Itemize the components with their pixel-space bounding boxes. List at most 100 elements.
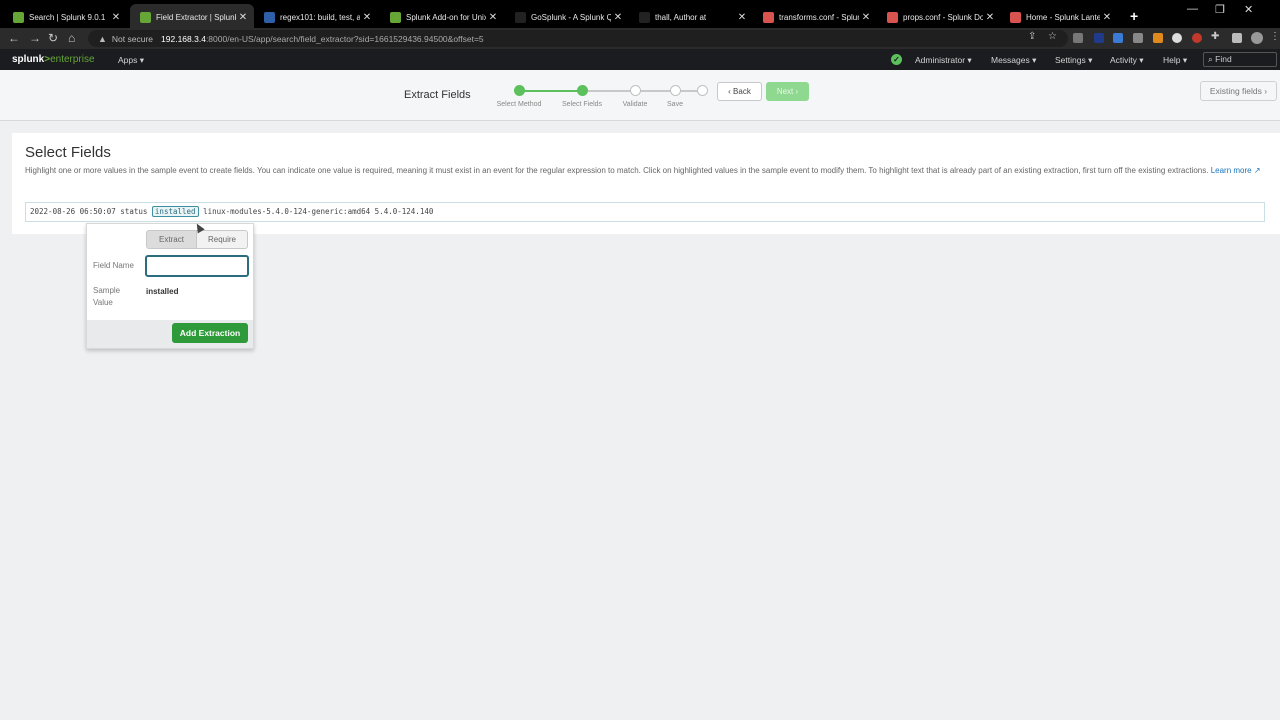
event-text-after: linux-modules-5.4.0-124-generic:amd64 5.… — [198, 207, 434, 216]
extract-toggle[interactable]: Extract — [146, 230, 197, 249]
require-toggle[interactable]: Require — [197, 230, 248, 249]
close-window-icon[interactable]: ✕ — [1244, 3, 1253, 16]
existing-fields-button[interactable]: Existing fields › — [1200, 81, 1277, 101]
add-extraction-button[interactable]: Add Extraction — [172, 323, 248, 343]
stepper-connector — [635, 90, 675, 92]
maximize-icon[interactable]: ❐ — [1215, 3, 1225, 16]
extraction-popover: Extract Require Field Name Sample Value … — [86, 223, 254, 349]
help-menu[interactable]: Help ▾ — [1163, 55, 1187, 66]
browser-tab[interactable]: Search | Splunk 9.0.1 ✕ — [3, 4, 127, 30]
browser-tab[interactable]: Splunk Add-on for Unix a ✕ — [380, 4, 504, 30]
extension-icon[interactable] — [1113, 33, 1123, 43]
sample-value: installed — [146, 287, 179, 296]
home-icon[interactable]: ⌂ — [68, 31, 75, 45]
logo-prefix: splunk — [12, 54, 45, 65]
step-label: Select Method — [496, 101, 542, 108]
tab-title: props.conf - Splunk Doc — [903, 12, 983, 22]
warning-icon: ▲ — [98, 33, 107, 44]
extension-icon[interactable] — [1192, 33, 1202, 43]
next-button[interactable]: Next › — [766, 82, 809, 101]
extension-icon[interactable] — [1172, 33, 1182, 43]
browser-tab[interactable]: Field Extractor | Splunk 9.0✕ — [130, 4, 254, 30]
health-status-icon[interactable]: ✓ — [891, 54, 902, 65]
step-label: Save — [667, 101, 683, 108]
page-title: Select Fields — [25, 144, 111, 161]
share-icon[interactable]: ⇪ — [1028, 31, 1036, 42]
url-path: :8000/en-US/app/search/field_extractor?s… — [205, 33, 484, 44]
sample-event[interactable]: 2022-08-26 06:50:07 status installed lin… — [25, 202, 1265, 222]
step-end-dot — [697, 85, 708, 96]
regex101-favicon — [264, 11, 275, 23]
find-label: Find — [1215, 54, 1232, 64]
address-bar: ← → ↻ ⌂ ▲ Not secure 192.168.3.4:8000/en… — [0, 28, 1280, 49]
url-host: 192.168.3.4 — [161, 33, 206, 44]
close-tab-icon[interactable]: ✕ — [236, 12, 250, 23]
reload-icon[interactable]: ↻ — [48, 31, 58, 45]
settings-menu[interactable]: Settings ▾ — [1055, 55, 1092, 66]
wizard-title: Extract Fields — [404, 89, 471, 101]
tab-title: Splunk Add-on for Unix a — [406, 12, 486, 22]
menu-dots-icon[interactable]: ⋮ — [1270, 31, 1280, 42]
github-favicon — [515, 11, 526, 23]
security-status: Not secure — [111, 33, 154, 44]
tab-title: Home - Splunk Lantern — [1026, 12, 1100, 22]
splunk-docs-favicon — [763, 11, 774, 23]
instructions-text: Highlight one or more values in the samp… — [25, 166, 1209, 175]
extension-icon[interactable] — [1073, 33, 1083, 43]
tab-strip: Search | Splunk 9.0.1 ✕ Field Extractor | … — [0, 0, 1280, 30]
close-tab-icon[interactable]: ✕ — [109, 12, 123, 23]
field-name-label: Field Name — [93, 261, 134, 270]
extension-icon[interactable] — [1133, 33, 1143, 43]
select-fields-panel: Select Fields Highlight one or more valu… — [12, 133, 1280, 234]
bookmark-star-icon[interactable]: ☆ — [1048, 31, 1057, 42]
close-tab-icon[interactable]: ✕ — [735, 12, 749, 23]
splunk-docs-favicon — [1010, 11, 1021, 23]
splunk-logo[interactable]: splunk>enterprise — [12, 54, 95, 65]
highlighted-value[interactable]: installed — [151, 206, 199, 217]
extension-icon[interactable] — [1153, 33, 1163, 43]
close-tab-icon[interactable]: ✕ — [486, 12, 500, 23]
minimize-icon[interactable]: — — [1187, 3, 1198, 15]
step-dot — [630, 85, 641, 96]
stepper-connector — [519, 90, 582, 92]
back-arrow-icon[interactable]: ← — [8, 31, 20, 45]
browser-window: Search | Splunk 9.0.1 ✕ Field Extractor | … — [0, 0, 1280, 720]
splunk-docs-favicon — [887, 11, 898, 23]
browser-tab[interactable]: thall, Author at ✕ — [629, 4, 753, 30]
browser-tab[interactable]: GoSplunk - A Splunk Que✕ — [505, 4, 629, 30]
new-tab-button[interactable]: + — [1130, 8, 1138, 24]
learn-more-link[interactable]: Learn more ↗ — [1211, 166, 1261, 175]
forward-arrow-icon[interactable]: → — [29, 31, 41, 45]
extension-icon[interactable] — [1094, 33, 1104, 43]
messages-menu[interactable]: Messages ▾ — [991, 55, 1036, 66]
event-text-before: 2022-08-26 06:50:07 status — [30, 207, 152, 216]
browser-tab[interactable]: transforms.conf - Splunk ✕ — [753, 4, 877, 30]
avatar[interactable] — [1251, 32, 1263, 44]
back-button[interactable]: ‹ Back — [717, 82, 762, 101]
url-field[interactable]: ▲ Not secure 192.168.3.4:8000/en-US/app/… — [88, 30, 1068, 47]
close-tab-icon[interactable]: ✕ — [611, 12, 625, 23]
apps-menu[interactable]: Apps ▾ — [118, 55, 144, 66]
step-dot — [577, 85, 588, 96]
step-dot — [670, 85, 681, 96]
page-content: Extract Fields Select Method Select Field… — [0, 70, 1280, 720]
close-tab-icon[interactable]: ✕ — [1100, 12, 1114, 23]
field-name-input[interactable] — [145, 255, 249, 277]
close-tab-icon[interactable]: ✕ — [859, 12, 873, 23]
browser-tab[interactable]: regex101: build, test, and✕ — [254, 4, 378, 30]
stepper-connector — [582, 90, 635, 92]
browser-tab[interactable]: props.conf - Splunk Doc ✕ — [877, 4, 1001, 30]
step-dot — [514, 85, 525, 96]
sidebar-icon[interactable] — [1232, 33, 1242, 43]
wizard-bar: Extract Fields Select Method Select Field… — [0, 70, 1280, 121]
tab-title: GoSplunk - A Splunk Que — [531, 12, 611, 22]
puzzle-icon[interactable]: ✚ — [1211, 31, 1219, 42]
browser-tab[interactable]: Home - Splunk Lantern✕ — [1000, 4, 1118, 30]
logo-suffix: enterprise — [50, 54, 95, 65]
find-input[interactable]: ⌕ Find — [1203, 52, 1277, 67]
activity-menu[interactable]: Activity ▾ — [1110, 55, 1144, 66]
splunk-favicon — [13, 11, 24, 23]
close-tab-icon[interactable]: ✕ — [983, 12, 997, 23]
close-tab-icon[interactable]: ✕ — [360, 12, 374, 23]
administrator-menu[interactable]: Administrator ▾ — [915, 55, 972, 66]
